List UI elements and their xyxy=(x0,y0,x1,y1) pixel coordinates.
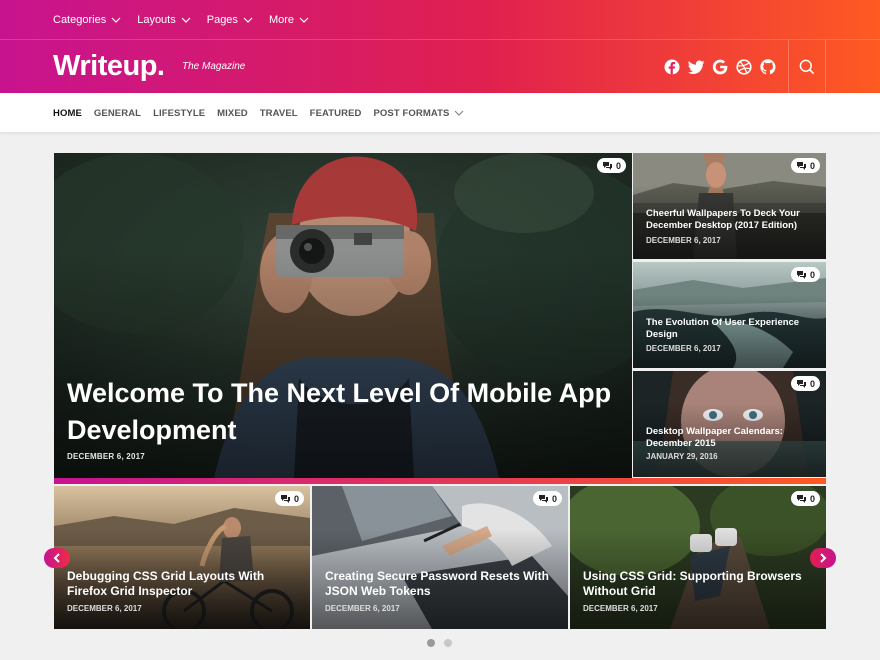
top-bar: Categories Layouts Pages More xyxy=(0,0,880,40)
carousel-post-date: DECEMBER 6, 2017 xyxy=(325,604,400,613)
side-post-2[interactable]: 0 The Evolution Of User Experience Desig… xyxy=(633,262,826,368)
top-nav-label: Categories xyxy=(53,14,107,26)
facebook-icon[interactable] xyxy=(663,58,681,76)
comments-icon xyxy=(796,380,806,388)
hero-post[interactable]: 0 Welcome To The Next Level Of Mobile Ap… xyxy=(54,153,632,478)
nav-travel[interactable]: TRAVEL xyxy=(260,108,298,119)
hero-date: DECEMBER 6, 2017 xyxy=(67,452,145,461)
chevron-down-icon xyxy=(111,17,121,23)
side-post-1[interactable]: 0 Cheerful Wallpapers To Deck Your Decem… xyxy=(633,153,826,259)
carousel-post-date: DECEMBER 6, 2017 xyxy=(583,604,658,613)
twitter-icon[interactable] xyxy=(687,58,705,76)
chevron-left-icon xyxy=(53,553,60,563)
carousel-post-1[interactable]: 0 Debugging CSS Grid Layouts With Firefo… xyxy=(54,486,310,629)
carousel-pagination xyxy=(427,639,461,647)
carousel-prev-button[interactable] xyxy=(44,548,70,568)
comment-count-badge[interactable]: 0 xyxy=(790,267,820,282)
comments-icon xyxy=(796,495,806,503)
carousel-post-date: DECEMBER 6, 2017 xyxy=(67,604,142,613)
comments-icon xyxy=(796,271,806,279)
top-nav-label: More xyxy=(268,14,294,26)
nav-lifestyle[interactable]: LIFESTYLE xyxy=(153,108,205,119)
hero-title[interactable]: Welcome To The Next Level Of Mobile App … xyxy=(67,375,627,449)
nav-post-formats[interactable]: POST FORMATS xyxy=(374,108,465,119)
site-tagline: The Magazine xyxy=(182,61,246,72)
slider-accent-bar xyxy=(54,478,826,484)
side-post-date: DECEMBER 6, 2017 xyxy=(646,236,721,245)
top-nav-label: Layouts xyxy=(137,14,176,26)
comment-count-badge[interactable]: 0 xyxy=(596,158,626,173)
carousel-post-title[interactable]: Using CSS Grid: Supporting Browsers With… xyxy=(583,569,815,599)
search-button[interactable] xyxy=(788,40,826,93)
chevron-down-icon xyxy=(455,110,464,116)
comments-icon xyxy=(280,495,290,503)
carousel-post-title[interactable]: Creating Secure Password Resets With JSO… xyxy=(325,569,557,599)
chevron-down-icon xyxy=(181,17,191,23)
comment-count: 0 xyxy=(809,160,815,171)
search-icon xyxy=(799,59,815,74)
top-nav-pages[interactable]: Pages xyxy=(207,14,253,26)
comment-count: 0 xyxy=(293,493,299,504)
nav-home[interactable]: HOME xyxy=(53,108,82,119)
comment-count: 0 xyxy=(809,378,815,389)
side-post-title[interactable]: The Evolution Of User Experience Design xyxy=(646,317,818,341)
comments-icon xyxy=(796,162,806,170)
chevron-right-icon xyxy=(820,553,827,563)
site-header: Categories Layouts Pages More Writeup. T… xyxy=(0,0,880,93)
top-nav-categories[interactable]: Categories xyxy=(53,14,121,26)
main-nav-list: HOME GENERAL LIFESTYLE MIXED TRAVEL FEAT… xyxy=(53,93,476,133)
top-nav-label: Pages xyxy=(206,14,238,26)
comment-count: 0 xyxy=(809,269,815,280)
nav-post-formats-label: POST FORMATS xyxy=(373,107,450,119)
social-links xyxy=(663,58,783,76)
comments-icon xyxy=(538,495,548,503)
carousel-post-2[interactable]: 0 Creating Secure Password Resets With J… xyxy=(312,486,568,629)
carousel-next-button[interactable] xyxy=(810,548,836,568)
carousel-dot-1[interactable] xyxy=(427,639,435,647)
comment-count-badge[interactable]: 0 xyxy=(790,491,820,506)
carousel-post-3[interactable]: 0 Using CSS Grid: Supporting Browsers Wi… xyxy=(570,486,826,629)
side-post-title[interactable]: Desktop Wallpaper Calendars: December 20… xyxy=(646,426,818,450)
nav-mixed[interactable]: MIXED xyxy=(217,108,248,119)
side-post-title[interactable]: Cheerful Wallpapers To Deck Your Decembe… xyxy=(646,208,818,232)
top-nav-layouts[interactable]: Layouts xyxy=(137,14,191,26)
side-post-date: DECEMBER 6, 2017 xyxy=(646,344,721,353)
carousel-dot-2[interactable] xyxy=(444,639,452,647)
comment-count-badge[interactable]: 0 xyxy=(790,158,820,173)
side-post-3[interactable]: 0 Desktop Wallpaper Calendars: December … xyxy=(633,371,826,477)
github-icon[interactable] xyxy=(759,58,777,76)
comment-count: 0 xyxy=(551,493,557,504)
top-nav: Categories Layouts Pages More xyxy=(53,0,325,40)
nav-general[interactable]: GENERAL xyxy=(94,108,141,119)
chevron-down-icon xyxy=(243,17,253,23)
carousel-post-title[interactable]: Debugging CSS Grid Layouts With Firefox … xyxy=(67,569,299,599)
comment-count-badge[interactable]: 0 xyxy=(790,376,820,391)
comment-count: 0 xyxy=(615,160,621,171)
site-logo[interactable]: Writeup. xyxy=(53,50,165,83)
top-nav-more[interactable]: More xyxy=(269,14,309,26)
comment-count-badge[interactable]: 0 xyxy=(274,491,304,506)
side-post-date: JANUARY 29, 2016 xyxy=(646,452,718,461)
google-icon[interactable] xyxy=(711,58,729,76)
nav-featured[interactable]: FEATURED xyxy=(310,108,362,119)
comment-count-badge[interactable]: 0 xyxy=(532,491,562,506)
comments-icon xyxy=(602,162,612,170)
main-nav: HOME GENERAL LIFESTYLE MIXED TRAVEL FEAT… xyxy=(0,93,880,133)
dribbble-icon[interactable] xyxy=(735,58,753,76)
comment-count: 0 xyxy=(809,493,815,504)
chevron-down-icon xyxy=(299,17,309,23)
